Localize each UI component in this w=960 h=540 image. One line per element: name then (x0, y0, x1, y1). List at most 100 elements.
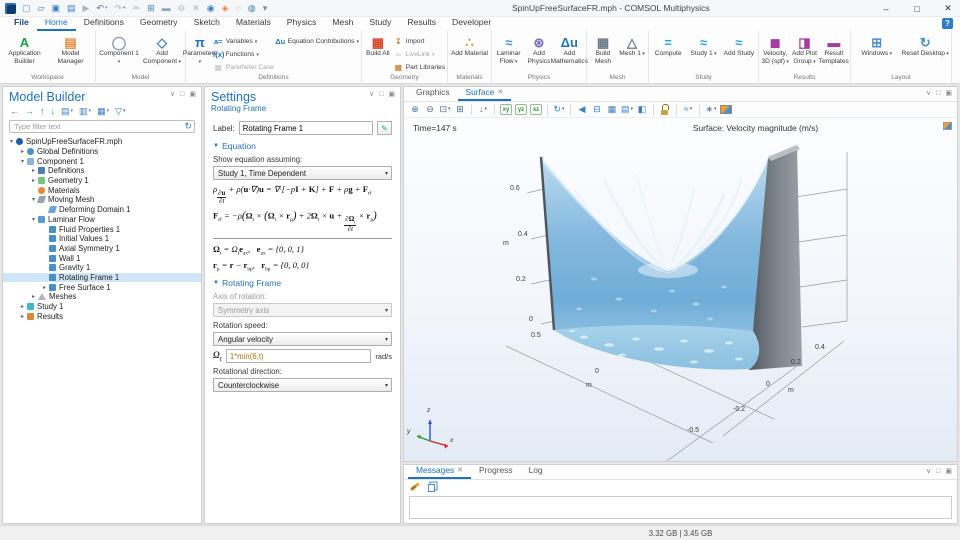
zoom-in-icon[interactable]: ⊕ (409, 104, 421, 116)
view-xz-icon[interactable]: xz (530, 104, 542, 115)
tree-item-results[interactable]: ▸Results (3, 311, 201, 321)
ribbon-button-windows[interactable]: ⊞Windows ▾ (853, 33, 901, 58)
go-to-node-icon[interactable]: ◉ (207, 4, 215, 13)
tree-item-gravity-1[interactable]: Gravity 1 (3, 263, 201, 273)
rotating-frame-section-header[interactable]: ▼Rotating Frame (213, 278, 392, 288)
menu-tab-developer[interactable]: Developer (444, 16, 499, 31)
minimize-button[interactable]: – (880, 4, 892, 14)
tree-item-definitions[interactable]: ▸Definitions (3, 166, 201, 176)
tree-expander-icon[interactable]: ▸ (29, 167, 38, 174)
delete-icon[interactable]: ✕ (192, 4, 200, 13)
tree-expander-icon[interactable]: ▸ (18, 313, 27, 320)
ribbon-button-add-plot-group[interactable]: ◨Add Plot Group ▾ (790, 33, 818, 65)
tab-messages[interactable]: Messages✕ (408, 464, 471, 479)
menu-tab-materials[interactable]: Materials (228, 16, 279, 31)
ribbon-button-parameter-case[interactable]: ▦Parameter Case (213, 62, 274, 73)
copy-text-icon[interactable] (428, 484, 435, 492)
ribbon-button-reset-desktop[interactable]: ↻Reset Desktop ▾ (902, 33, 950, 58)
collapse-panel-icon[interactable]: ∨ (170, 91, 175, 98)
tree-expander-icon[interactable]: ▾ (7, 138, 16, 145)
rotation-speed-dropdown[interactable]: Angular velocity (213, 332, 392, 346)
ribbon-button-add-study[interactable]: ≈Add Study (722, 33, 756, 58)
close-tab-icon[interactable]: ✕ (457, 466, 463, 474)
zoom-extents-icon[interactable]: ⊞ (454, 104, 466, 116)
tree-item-rotating-frame-1[interactable]: Rotating Frame 1 (3, 273, 201, 283)
tree-expander-icon[interactable]: ▾ (18, 158, 27, 165)
ribbon-button-application-builder[interactable]: AApplication Builder (2, 33, 47, 65)
go-to-default-view-icon[interactable]: ↓▾ (477, 104, 489, 116)
ribbon-button-model-manager[interactable]: ▤Model Manager (48, 33, 93, 65)
rotate-view-icon[interactable]: ↻▾ (553, 104, 565, 116)
menu-tab-sketch[interactable]: Sketch (186, 16, 228, 31)
menu-tab-mesh[interactable]: Mesh (324, 16, 361, 31)
preview-icon[interactable]: ▤ (67, 4, 76, 13)
tree-item-laminar-flow[interactable]: ▾Laminar Flow (3, 215, 201, 225)
wireframe-icon[interactable]: ▦ (606, 104, 618, 116)
tab-graphics[interactable]: Graphics (408, 86, 458, 101)
ribbon-button-build-mesh[interactable]: ▦Build Mesh (589, 33, 617, 65)
ribbon-button-result-templates[interactable]: ▬Result Templates (820, 33, 848, 65)
zoom-box-icon[interactable]: ⊡▾ (439, 104, 451, 116)
back-icon[interactable]: ← (10, 107, 19, 116)
menu-tab-file[interactable]: File (6, 16, 37, 31)
menu-tab-home[interactable]: Home (37, 16, 76, 31)
menu-tab-definitions[interactable]: Definitions (76, 16, 132, 31)
tree-item-free-surface-1[interactable]: ▸Free Surface 1 (3, 282, 201, 292)
menu-tab-study[interactable]: Study (361, 16, 399, 31)
tree-expander-icon[interactable]: ▸ (18, 148, 27, 155)
close-tab-icon[interactable]: ✕ (497, 88, 503, 96)
tree-expander-icon[interactable]: ▾ (29, 216, 38, 223)
ribbon-button-add-physics[interactable]: ⊛Add Physics (524, 33, 553, 65)
cut-icon[interactable]: ✂ (133, 4, 141, 13)
close-button[interactable]: ✕ (942, 3, 954, 14)
tab-log[interactable]: Log (521, 464, 551, 479)
tree-item-component-1[interactable]: ▾Component 1 (3, 156, 201, 166)
node-grouping-icon[interactable]: ▦▾ (97, 107, 109, 116)
qat-customize-icon[interactable]: ▾ (263, 4, 268, 13)
paste-icon[interactable]: ▬ (162, 4, 171, 13)
transparency-icon[interactable]: ⊟ (591, 104, 603, 116)
ribbon-button-parameters[interactable]: πParameters ▾ (188, 33, 212, 66)
view-xy-icon[interactable]: xy (500, 104, 512, 115)
rename-icon[interactable]: ✎ (377, 121, 392, 135)
messages-content[interactable] (409, 496, 952, 519)
ribbon-button-build-all[interactable]: ▦Build All (364, 33, 392, 58)
view-yz-icon[interactable]: yz (515, 104, 527, 115)
save-icon[interactable]: ▣ (51, 4, 60, 13)
collapse-panel-icon[interactable]: ∨ (369, 91, 374, 98)
ribbon-button-velocity-3d-spf[interactable]: ◼Velocity, 3D (spf) ▾ (761, 33, 789, 65)
tree-item-deforming-domain-1[interactable]: Deforming Domain 1 (3, 205, 201, 215)
ribbon-button-study-1[interactable]: ≈Study 1 ▾ (686, 33, 720, 58)
ribbon-button-add-mathematics[interactable]: ΔuAdd Mathematics (555, 33, 584, 65)
open-icon[interactable]: ▱ (38, 4, 45, 13)
equation-assumption-dropdown[interactable]: Study 1, Time Dependent (213, 166, 392, 180)
tree-expander-icon[interactable]: ▸ (29, 293, 38, 300)
ribbon-button-equation-contributions[interactable]: ΔuEquation Contributions▾ (275, 36, 359, 47)
refresh-icon[interactable]: ↻ (184, 121, 192, 132)
label-input[interactable] (239, 121, 373, 135)
tree-item-meshes[interactable]: ▸Meshes (3, 292, 201, 302)
tree-item-initial-values-1[interactable]: Initial Values 1 (3, 234, 201, 244)
float-panel-icon[interactable]: □ (936, 468, 940, 475)
float-panel-icon[interactable]: □ (936, 90, 940, 97)
tree-item-axial-symmetry-1[interactable]: Axial Symmetry 1 (3, 244, 201, 254)
menu-tab-physics[interactable]: Physics (279, 16, 325, 31)
highlight-node-icon[interactable]: ◈ (222, 4, 229, 13)
snapshot-icon[interactable] (720, 105, 732, 114)
first-frame-icon[interactable]: ◀ (576, 104, 588, 116)
ribbon-button-add-component[interactable]: ◇Add Component ▾ (141, 33, 183, 65)
ribbon-button-livelink[interactable]: ∞LiveLink▾ (393, 49, 445, 60)
search-icon[interactable]: ◍ (248, 4, 256, 13)
angular-velocity-input[interactable] (226, 349, 372, 363)
tree-item-materials[interactable]: Materials (3, 185, 201, 195)
tree-item-spinupfreesurfacefr-mph[interactable]: ▾SpinUpFreeSurfaceFR.mph (3, 137, 201, 147)
panel-menu-icon[interactable]: ▣ (388, 91, 395, 98)
tab-progress[interactable]: Progress (471, 464, 521, 479)
collapse-all-icon[interactable]: ▤▾ (61, 107, 73, 116)
ribbon-button-laminar-flow[interactable]: ≈Laminar Flow ▾ (494, 33, 523, 65)
copy-icon[interactable]: ⊞ (147, 4, 155, 13)
maximize-button[interactable]: □ (911, 4, 923, 14)
ribbon-button-variables[interactable]: a=Variables▾ (213, 36, 274, 47)
tab-surface[interactable]: Surface✕ (458, 86, 512, 101)
tree-item-moving-mesh[interactable]: ▾Moving Mesh (3, 195, 201, 205)
